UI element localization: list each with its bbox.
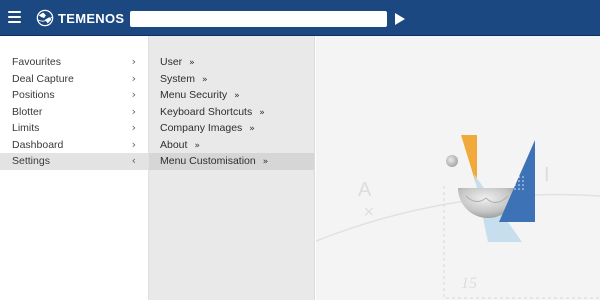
menu-item-positions[interactable]: Positions › — [0, 87, 148, 104]
submenu-item-menu-customisation[interactable]: Menu Customisation » — [149, 153, 314, 170]
menu-item-label: Deal Capture — [12, 72, 74, 85]
chevron-right-icon: › — [131, 71, 136, 85]
top-bar: TEMENOS — [0, 0, 600, 36]
submenu-item-keyboard-shortcuts[interactable]: Keyboard Shortcuts » — [149, 104, 314, 121]
play-arrow-icon[interactable] — [393, 12, 407, 26]
background-arc — [316, 193, 600, 242]
chevron-left-icon: ‹ — [131, 154, 136, 167]
menu-item-label: Settings — [12, 155, 50, 167]
submenu-item-about[interactable]: About » — [149, 137, 314, 154]
double-chevron-icon: » — [259, 107, 265, 118]
background-letter-x: × — [363, 204, 375, 220]
menu-item-settings[interactable]: Settings ‹ — [0, 153, 148, 170]
background-number: 15 — [461, 275, 477, 292]
submenu-item-label: About — [160, 138, 188, 151]
submenu-item-label: Menu Security — [160, 89, 228, 101]
chevron-right-icon: › — [131, 121, 136, 134]
orange-triangle — [461, 135, 477, 187]
menu-item-label: Blotter — [12, 105, 43, 118]
chevron-right-icon: › — [131, 137, 136, 151]
menu-item-label: Dashboard — [12, 138, 64, 151]
background-letter-a: A — [358, 179, 372, 201]
background-illustration: A × I 15 — [316, 135, 600, 299]
small-moon-shape — [446, 155, 458, 167]
hamburger-menu-icon[interactable] — [8, 11, 21, 24]
double-chevron-icon: » — [262, 157, 269, 167]
background-letter-i: I — [544, 164, 550, 186]
double-chevron-icon: » — [202, 74, 208, 85]
chevron-right-icon: › — [131, 88, 136, 101]
menu-item-blotter[interactable]: Blotter › — [0, 104, 148, 121]
menu-item-label: Limits — [12, 122, 40, 134]
globe-logo-icon — [36, 9, 54, 27]
submenu-item-company-images[interactable]: Company Images » — [149, 120, 314, 137]
submenu-item-user[interactable]: User » — [149, 54, 314, 71]
temenos-logo[interactable]: TEMENOS — [36, 9, 124, 27]
submenu-item-label: User — [160, 56, 183, 68]
double-chevron-icon: » — [249, 124, 255, 134]
submenu-item-label: Company Images — [160, 122, 243, 134]
submenu-item-label: System — [160, 72, 196, 85]
submenu-item-label: Menu Customisation — [160, 155, 256, 167]
double-chevron-icon: » — [189, 58, 195, 68]
menu-item-label: Positions — [12, 89, 55, 101]
chevron-right-icon: › — [131, 55, 136, 68]
double-chevron-icon: » — [194, 140, 200, 151]
main-menu: Favourites › Deal Capture › Positions › … — [0, 36, 149, 300]
background-artwork: A × I 15 — [316, 36, 600, 300]
menu-item-deal-capture[interactable]: Deal Capture › — [0, 71, 148, 88]
submenu-item-menu-security[interactable]: Menu Security » — [149, 87, 314, 104]
settings-submenu: User » System » Menu Security » Keyboard Sh… — [149, 36, 315, 300]
search-input[interactable] — [130, 11, 387, 27]
menu-item-label: Favourites — [12, 56, 62, 68]
menu-item-limits[interactable]: Limits › — [0, 120, 148, 137]
submenu-item-label: Keyboard Shortcuts — [160, 105, 253, 118]
menu-item-dashboard[interactable]: Dashboard › — [0, 137, 148, 154]
double-chevron-icon: » — [234, 91, 240, 101]
submenu-item-system[interactable]: System » — [149, 71, 314, 88]
brand-name: TEMENOS — [58, 10, 125, 26]
chevron-right-icon: › — [131, 104, 136, 118]
menu-item-favourites[interactable]: Favourites › — [0, 54, 148, 71]
